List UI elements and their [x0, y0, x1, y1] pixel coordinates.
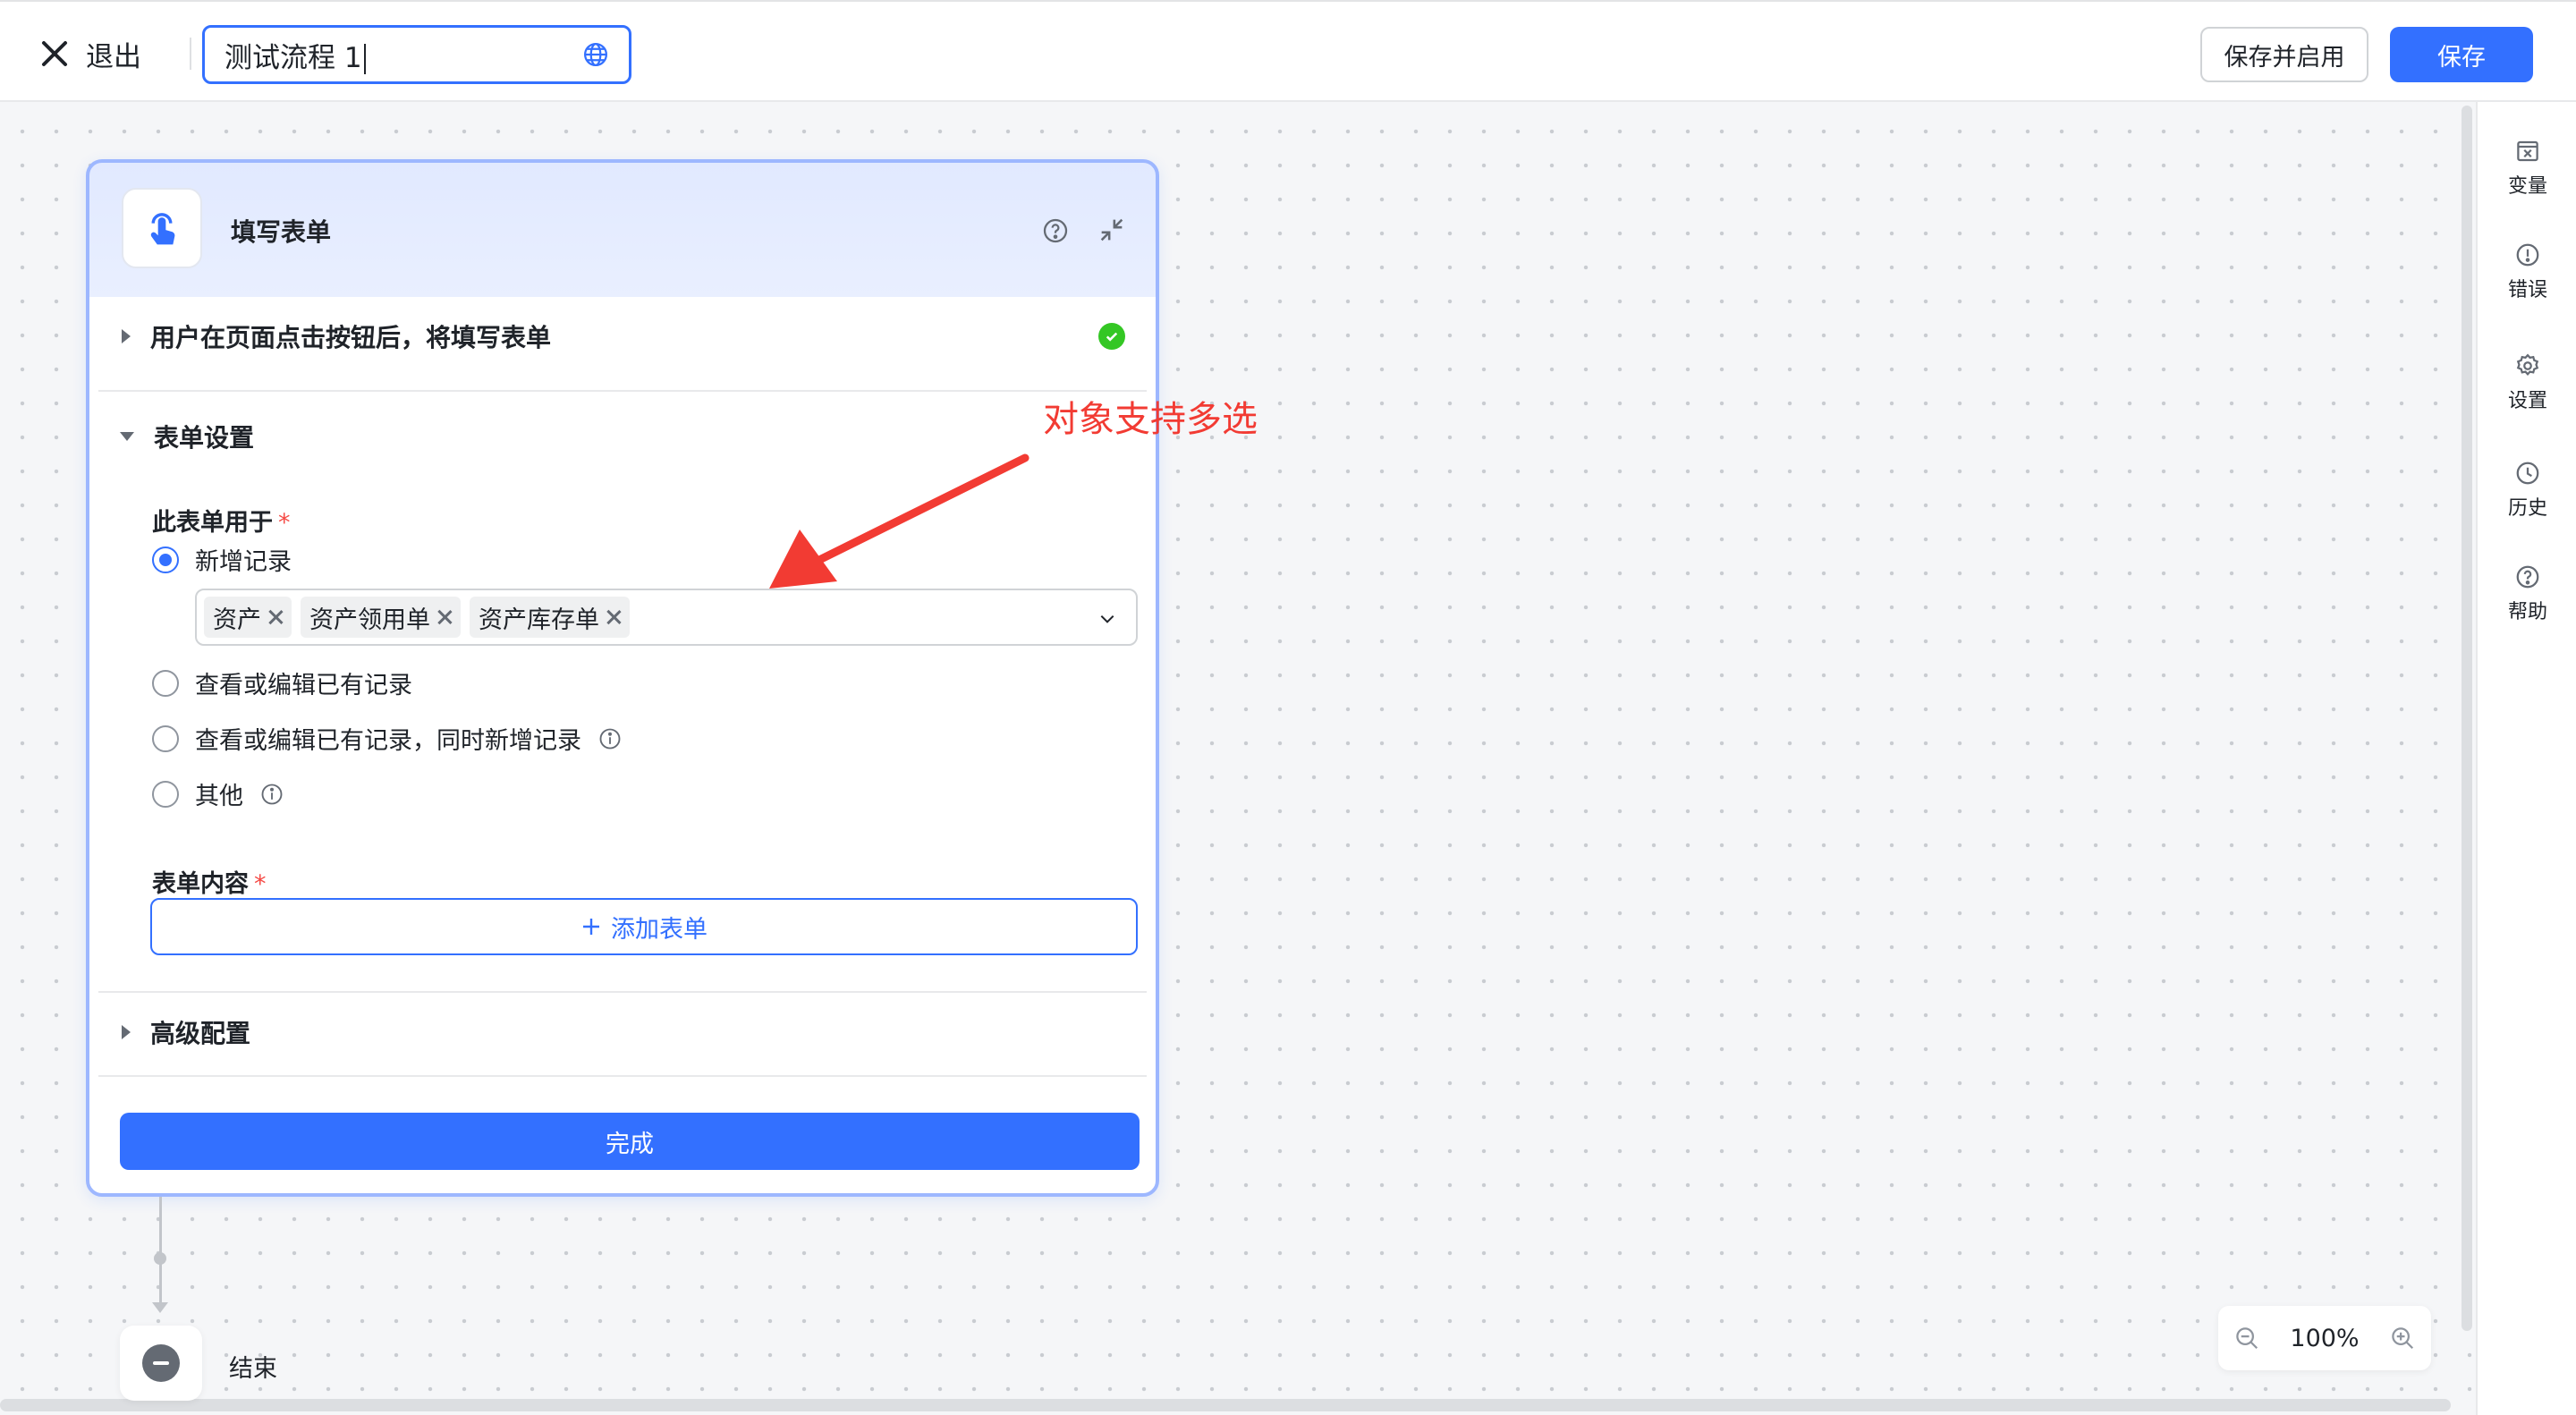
tap-hand-icon — [150, 213, 175, 245]
info-icon[interactable] — [259, 782, 284, 807]
connector-line — [159, 1197, 162, 1302]
remove-tag-icon[interactable] — [606, 610, 621, 624]
divider — [98, 991, 1147, 993]
collapse-caret-icon — [120, 432, 134, 441]
end-node-label: 结束 — [229, 1355, 277, 1383]
radio-label: 查看或编辑已有记录 — [195, 672, 412, 699]
close-icon — [39, 38, 70, 69]
add-form-button[interactable]: 添加表单 — [150, 898, 1138, 955]
flow-title-value: 测试流程 1 — [225, 41, 362, 74]
radio-option-other[interactable]: 其他 — [152, 776, 284, 811]
help-icon[interactable] — [1041, 216, 1070, 245]
variable-icon — [2517, 140, 2538, 162]
required-mark: * — [254, 870, 267, 898]
form-content-label: 表单内容 * — [152, 870, 267, 898]
tag-label: 资产 — [213, 606, 261, 634]
rail-label: 设置 — [2507, 390, 2547, 412]
trigger-row-label: 用户在页面点击按钮后，将填写表单 — [150, 323, 552, 352]
radio-button[interactable] — [152, 724, 179, 752]
collapse-icon[interactable] — [1097, 215, 1127, 245]
rail-item-settings[interactable]: 设置 — [2478, 352, 2576, 413]
radio-button[interactable] — [152, 780, 179, 808]
zoom-in-icon[interactable] — [2389, 1325, 2416, 1351]
radio-button[interactable] — [152, 669, 179, 697]
vertical-scrollbar[interactable] — [2462, 106, 2472, 1331]
advanced-section-row[interactable]: 高级配置 — [98, 1009, 1147, 1055]
error-icon — [2516, 243, 2539, 267]
end-node[interactable] — [120, 1326, 202, 1401]
selected-tag: 资产领用单 — [301, 597, 461, 638]
exit-button[interactable]: 退出 — [39, 30, 141, 77]
save-button[interactable]: 保存 — [2390, 27, 2533, 82]
fill-form-node[interactable]: 填写表单 用户在页面点击按钮后，将填写表单 表单设置 此表单用于 * 新增记录 资… — [86, 159, 1159, 1197]
end-minus-icon — [142, 1344, 180, 1382]
info-icon[interactable] — [597, 726, 623, 751]
rail-item-history[interactable]: 历史 — [2478, 460, 2576, 521]
plus-icon — [583, 919, 599, 935]
add-form-label: 添加表单 — [611, 915, 708, 944]
annotation-arrow-icon — [769, 453, 1030, 589]
done-button[interactable]: 完成 — [120, 1113, 1140, 1170]
globe-icon[interactable] — [582, 41, 609, 68]
chevron-down-icon[interactable] — [1098, 610, 1116, 628]
save-and-enable-button[interactable]: 保存并启用 — [2200, 27, 2368, 82]
radio-option-new-record[interactable]: 新增记录 — [152, 542, 292, 577]
rail-item-errors[interactable]: 错误 — [2478, 241, 2576, 302]
form-used-for-label: 此表单用于 * — [152, 509, 291, 537]
advanced-label: 高级配置 — [150, 1019, 251, 1048]
top-bar: 退出 测试流程 1 保存并启用 保存 — [0, 0, 2576, 102]
form-settings-label: 表单设置 — [154, 423, 255, 453]
expand-caret-icon — [122, 329, 131, 343]
divider — [98, 1075, 1147, 1077]
radio-label: 新增记录 — [195, 548, 292, 576]
tag-label: 资产库存单 — [479, 606, 599, 634]
connector-arrow-icon — [152, 1302, 168, 1313]
horizontal-scrollbar[interactable] — [0, 1399, 2451, 1411]
node-title: 填写表单 — [231, 217, 332, 247]
tag-label: 资产领用单 — [309, 606, 430, 634]
zoom-level: 100% — [2290, 1324, 2360, 1352]
connector-add-point[interactable] — [154, 1252, 166, 1265]
rail-label: 帮助 — [2507, 601, 2547, 623]
rail-label: 错误 — [2507, 279, 2547, 301]
remove-tag-icon[interactable] — [437, 610, 452, 624]
radio-label: 其他 — [195, 783, 243, 810]
annotation-text: 对象支持多选 — [1043, 399, 1258, 440]
check-circle-icon — [1098, 323, 1125, 350]
exit-label: 退出 — [86, 40, 141, 73]
radio-option-view-edit[interactable]: 查看或编辑已有记录 — [152, 665, 412, 700]
node-header: 填写表单 — [89, 163, 1156, 297]
remove-tag-icon[interactable] — [268, 610, 283, 624]
history-icon — [2516, 462, 2539, 485]
trigger-section-row[interactable]: 用户在页面点击按钮后，将填写表单 — [98, 313, 1147, 360]
divider — [98, 390, 1147, 392]
rail-item-variables[interactable]: 变量 — [2478, 138, 2576, 199]
rail-label: 历史 — [2507, 497, 2547, 520]
flow-title-input[interactable]: 测试流程 1 — [202, 25, 631, 84]
selected-tag: 资产 — [204, 597, 292, 638]
rail-label: 变量 — [2507, 175, 2547, 198]
selected-tag: 资产库存单 — [470, 597, 630, 638]
gear-icon — [2516, 353, 2539, 377]
zoom-control: 100% — [2218, 1306, 2431, 1370]
expand-caret-icon — [122, 1025, 131, 1039]
right-rail: 变量 错误 设置 历史 帮助 — [2476, 102, 2576, 1415]
help-icon — [2516, 565, 2539, 589]
zoom-out-icon[interactable] — [2233, 1325, 2260, 1351]
required-mark: * — [278, 509, 291, 537]
text-caret — [363, 44, 366, 74]
divider — [190, 38, 191, 70]
radio-button-selected[interactable] — [152, 546, 179, 573]
rail-item-help[interactable]: 帮助 — [2478, 563, 2576, 624]
node-type-icon — [122, 188, 202, 268]
node-body: 用户在页面点击按钮后，将填写表单 表单设置 此表单用于 * 新增记录 资产 资产领… — [98, 297, 1147, 1190]
radio-label: 查看或编辑已有记录，同时新增记录 — [195, 727, 581, 755]
radio-option-view-edit-and-new[interactable]: 查看或编辑已有记录，同时新增记录 — [152, 721, 623, 756]
